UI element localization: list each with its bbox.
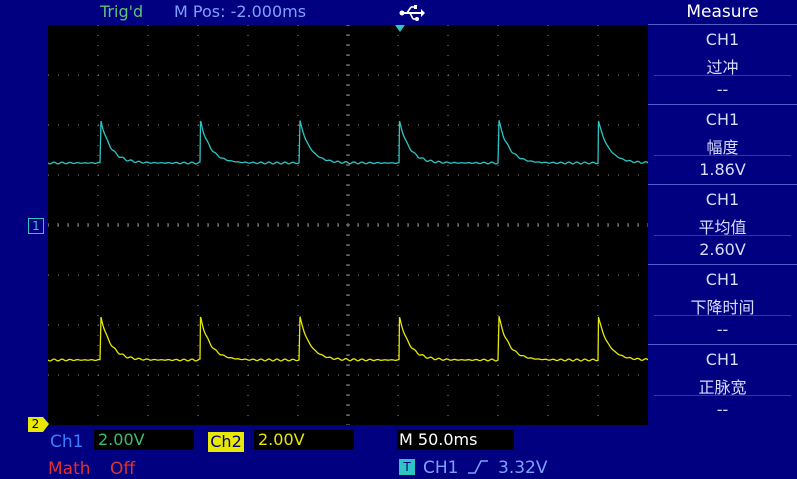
- measure-panel-title: Measure: [686, 2, 759, 22]
- trigger-level: 3.32V: [498, 458, 548, 478]
- usb-icon: [399, 5, 425, 21]
- measure-source: CH1: [705, 110, 740, 129]
- ch2-waveform: [48, 316, 648, 362]
- measure-item-fall-time[interactable]: CH1 下降时间 --: [648, 264, 797, 344]
- grid-center-ticks: [48, 25, 648, 425]
- divider: [654, 315, 791, 316]
- waveform-grid: [48, 25, 648, 425]
- divider: [654, 75, 791, 76]
- measure-value: --: [716, 320, 729, 339]
- ch2-label[interactable]: Ch2: [208, 432, 244, 452]
- waveform-display[interactable]: [48, 25, 648, 425]
- measure-source: CH1: [705, 270, 740, 289]
- timebase-readout: M 50.0ms: [397, 430, 514, 450]
- divider: [654, 235, 791, 236]
- ch1-ground-marker[interactable]: 1: [28, 218, 44, 234]
- trigger-position-marker-icon[interactable]: [395, 25, 405, 33]
- trigger-source: CH1: [423, 458, 459, 478]
- rising-edge-icon: [468, 460, 488, 474]
- measure-item-positive-width[interactable]: CH1 正脉宽 --: [648, 344, 797, 424]
- measure-value: 2.60V: [699, 240, 746, 259]
- divider: [654, 395, 791, 396]
- trigger-badge: T: [399, 459, 415, 475]
- measure-source: CH1: [705, 190, 740, 209]
- measure-value: 1.86V: [699, 160, 746, 179]
- measure-value: --: [716, 80, 729, 99]
- channel-info-bar: Ch1 2.00V Ch2 2.00V M 50.0ms Math Off T …: [0, 428, 797, 479]
- ch1-scale: 2.00V: [94, 430, 194, 450]
- horizontal-position-readout: M Pos: -2.000ms: [174, 2, 307, 21]
- measure-source: CH1: [705, 350, 740, 369]
- measure-item-amplitude[interactable]: CH1 幅度 1.86V: [648, 104, 797, 184]
- status-bar: Trig'd M Pos: -2.000ms: [0, 0, 648, 24]
- divider: [654, 155, 791, 156]
- measure-item-mean[interactable]: CH1 平均值 2.60V: [648, 184, 797, 264]
- measure-value: --: [716, 400, 729, 419]
- measure-panel: Measure CH1 过冲 -- CH1 幅度 1.86V CH1 平均值 2…: [648, 0, 797, 428]
- ch2-scale: 2.00V: [254, 430, 354, 450]
- ch1-label[interactable]: Ch1: [50, 432, 83, 452]
- measure-item-overshoot[interactable]: CH1 过冲 --: [648, 24, 797, 104]
- measure-source: CH1: [705, 30, 740, 49]
- math-state: Off: [110, 459, 136, 479]
- trigger-status: Trig'd: [100, 2, 144, 21]
- ch1-waveform: [48, 120, 648, 165]
- math-label[interactable]: Math: [48, 459, 91, 479]
